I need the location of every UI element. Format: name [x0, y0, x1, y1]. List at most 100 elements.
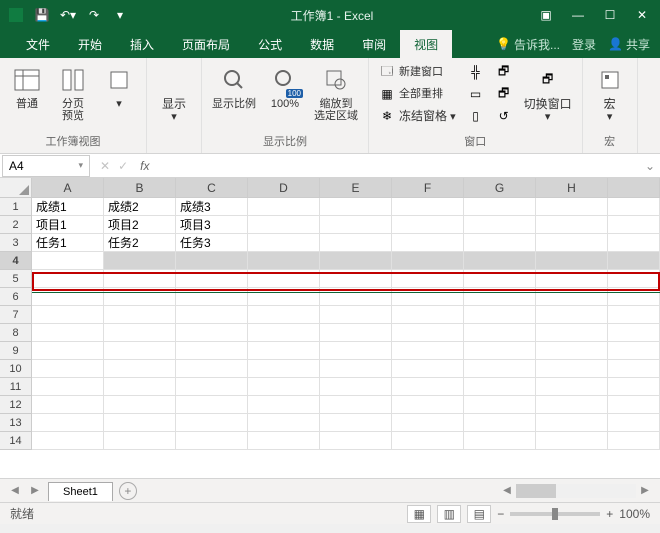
zoom-level[interactable]: 100% [619, 507, 650, 521]
col-header[interactable] [608, 178, 660, 198]
cell[interactable]: 成绩1 [32, 198, 104, 216]
col-header[interactable]: G [464, 178, 536, 198]
maximize-icon[interactable]: ☐ [596, 3, 624, 27]
tab-formula[interactable]: 公式 [244, 30, 296, 58]
hscroll-track[interactable] [516, 484, 636, 498]
row-header[interactable]: 4 [0, 252, 32, 270]
hscroll-thumb[interactable] [516, 484, 556, 498]
zoom-100-button[interactable]: 100100% [264, 62, 306, 112]
expand-formula-icon[interactable]: ⌄ [640, 159, 660, 173]
normal-view-button[interactable]: 普通 [6, 62, 48, 112]
sheet-nav-next-icon[interactable]: ▶ [28, 484, 42, 498]
switch-window-button[interactable]: 🗗切换窗口▾ [520, 62, 576, 125]
col-header[interactable]: C [176, 178, 248, 198]
arrange-all-button[interactable]: ▦全部重排 [375, 84, 460, 104]
sheet-tab[interactable]: Sheet1 [48, 482, 113, 501]
col-header[interactable]: D [248, 178, 320, 198]
pagebreak-view-icon[interactable]: ▤ [467, 505, 491, 523]
row-header[interactable]: 11 [0, 378, 32, 396]
title-bar: 💾 ↶▾ ↷ ▾ 工作簿1 - Excel ▣ — ☐ ✕ [0, 0, 660, 30]
zoom-slider[interactable] [510, 512, 600, 516]
col-header[interactable]: A [32, 178, 104, 198]
tab-view[interactable]: 视图 [400, 30, 452, 58]
sheet-tab-bar: ◀ ▶ Sheet1 + ◀ ▶ [0, 478, 660, 502]
win-a-button[interactable]: 🗗 [492, 62, 516, 82]
macro-button[interactable]: 宏▾ [589, 62, 631, 125]
formula-input[interactable] [153, 155, 640, 177]
cancel-icon: ✕ [100, 159, 110, 173]
tab-home[interactable]: 开始 [64, 30, 116, 58]
unhide-button[interactable]: ▯ [464, 106, 488, 126]
save-icon[interactable]: 💾 [30, 3, 54, 27]
close-icon[interactable]: ✕ [628, 3, 656, 27]
freeze-line [32, 292, 660, 293]
share-button[interactable]: 👤 共享 [608, 36, 650, 53]
cell[interactable]: 项目2 [104, 216, 176, 234]
tab-layout[interactable]: 页面布局 [168, 30, 244, 58]
row-header[interactable]: 8 [0, 324, 32, 342]
add-sheet-button[interactable]: + [119, 482, 137, 500]
cell-active[interactable] [32, 252, 104, 270]
app-icon[interactable] [4, 3, 28, 27]
hide-button[interactable]: ▭ [464, 84, 488, 104]
split-button[interactable]: ╬ [464, 62, 488, 82]
select-all-corner[interactable] [0, 178, 32, 198]
spreadsheet-grid[interactable]: A B C D E F G H 1成绩1成绩2成绩3 2项目1项目2项目3 3任… [0, 178, 660, 478]
row-header[interactable]: 1 [0, 198, 32, 216]
col-header[interactable]: F [392, 178, 464, 198]
redo-icon[interactable]: ↷ [82, 3, 106, 27]
cell[interactable]: 成绩2 [104, 198, 176, 216]
row-header[interactable]: 7 [0, 306, 32, 324]
window-title: 工作簿1 - Excel [132, 7, 532, 24]
login-link[interactable]: 登录 [572, 36, 596, 53]
show-button[interactable]: 显示▾ [153, 62, 195, 125]
zoom-selection-button[interactable]: 缩放到 选定区域 [310, 62, 362, 124]
row-header[interactable]: 5 [0, 270, 32, 288]
qat-more-icon[interactable]: ▾ [108, 3, 132, 27]
undo-icon[interactable]: ↶▾ [56, 3, 80, 27]
win-c-button[interactable]: ↺ [492, 106, 516, 126]
tab-file[interactable]: 文件 [12, 30, 64, 58]
row-header[interactable]: 3 [0, 234, 32, 252]
row-header[interactable]: 6 [0, 288, 32, 306]
tab-insert[interactable]: 插入 [116, 30, 168, 58]
fx-icon[interactable]: fx [136, 159, 153, 173]
col-header[interactable]: B [104, 178, 176, 198]
cell[interactable]: 成绩3 [176, 198, 248, 216]
row-header[interactable]: 10 [0, 360, 32, 378]
tab-review[interactable]: 审阅 [348, 30, 400, 58]
row-header[interactable]: 14 [0, 432, 32, 450]
views-more-button[interactable]: ▾ [98, 62, 140, 112]
group-label: 工作簿视图 [6, 131, 140, 151]
row-header[interactable]: 2 [0, 216, 32, 234]
zoom-in-icon[interactable]: + [606, 507, 613, 521]
ribbon-options-icon[interactable]: ▣ [532, 3, 560, 27]
tell-me[interactable]: 💡 告诉我... [496, 36, 560, 53]
freeze-panes-button[interactable]: ❄冻结窗格 ▾ [375, 106, 460, 126]
zoom-button[interactable]: 显示比例 [208, 62, 260, 112]
col-header[interactable]: H [536, 178, 608, 198]
cell[interactable]: 任务1 [32, 234, 104, 252]
row-header[interactable]: 13 [0, 414, 32, 432]
pagelayout-view-icon[interactable]: ▥ [437, 505, 461, 523]
cell[interactable]: 任务2 [104, 234, 176, 252]
row-header[interactable]: 9 [0, 342, 32, 360]
normal-view-icon[interactable]: ▦ [407, 505, 431, 523]
status-bar: 就绪 ▦ ▥ ▤ − + 100% [0, 502, 660, 524]
cell[interactable]: 项目1 [32, 216, 104, 234]
hscroll-right-icon[interactable]: ▶ [638, 484, 652, 498]
new-window-button[interactable]: 🗔新建窗口 [375, 62, 460, 82]
sheet-nav-prev-icon[interactable]: ◀ [8, 484, 22, 498]
minimize-icon[interactable]: — [564, 3, 592, 27]
win-b-button[interactable]: 🗗 [492, 84, 516, 104]
row-header[interactable]: 12 [0, 396, 32, 414]
pagebreak-view-button[interactable]: 分页 预览 [52, 62, 94, 124]
zoom-out-icon[interactable]: − [497, 507, 504, 521]
tab-data[interactable]: 数据 [296, 30, 348, 58]
hscroll-left-icon[interactable]: ◀ [500, 484, 514, 498]
cell[interactable]: 项目3 [176, 216, 248, 234]
col-header[interactable]: E [320, 178, 392, 198]
name-box[interactable]: A4▾ [2, 155, 90, 177]
cell[interactable]: 任务3 [176, 234, 248, 252]
enter-icon: ✓ [118, 159, 128, 173]
